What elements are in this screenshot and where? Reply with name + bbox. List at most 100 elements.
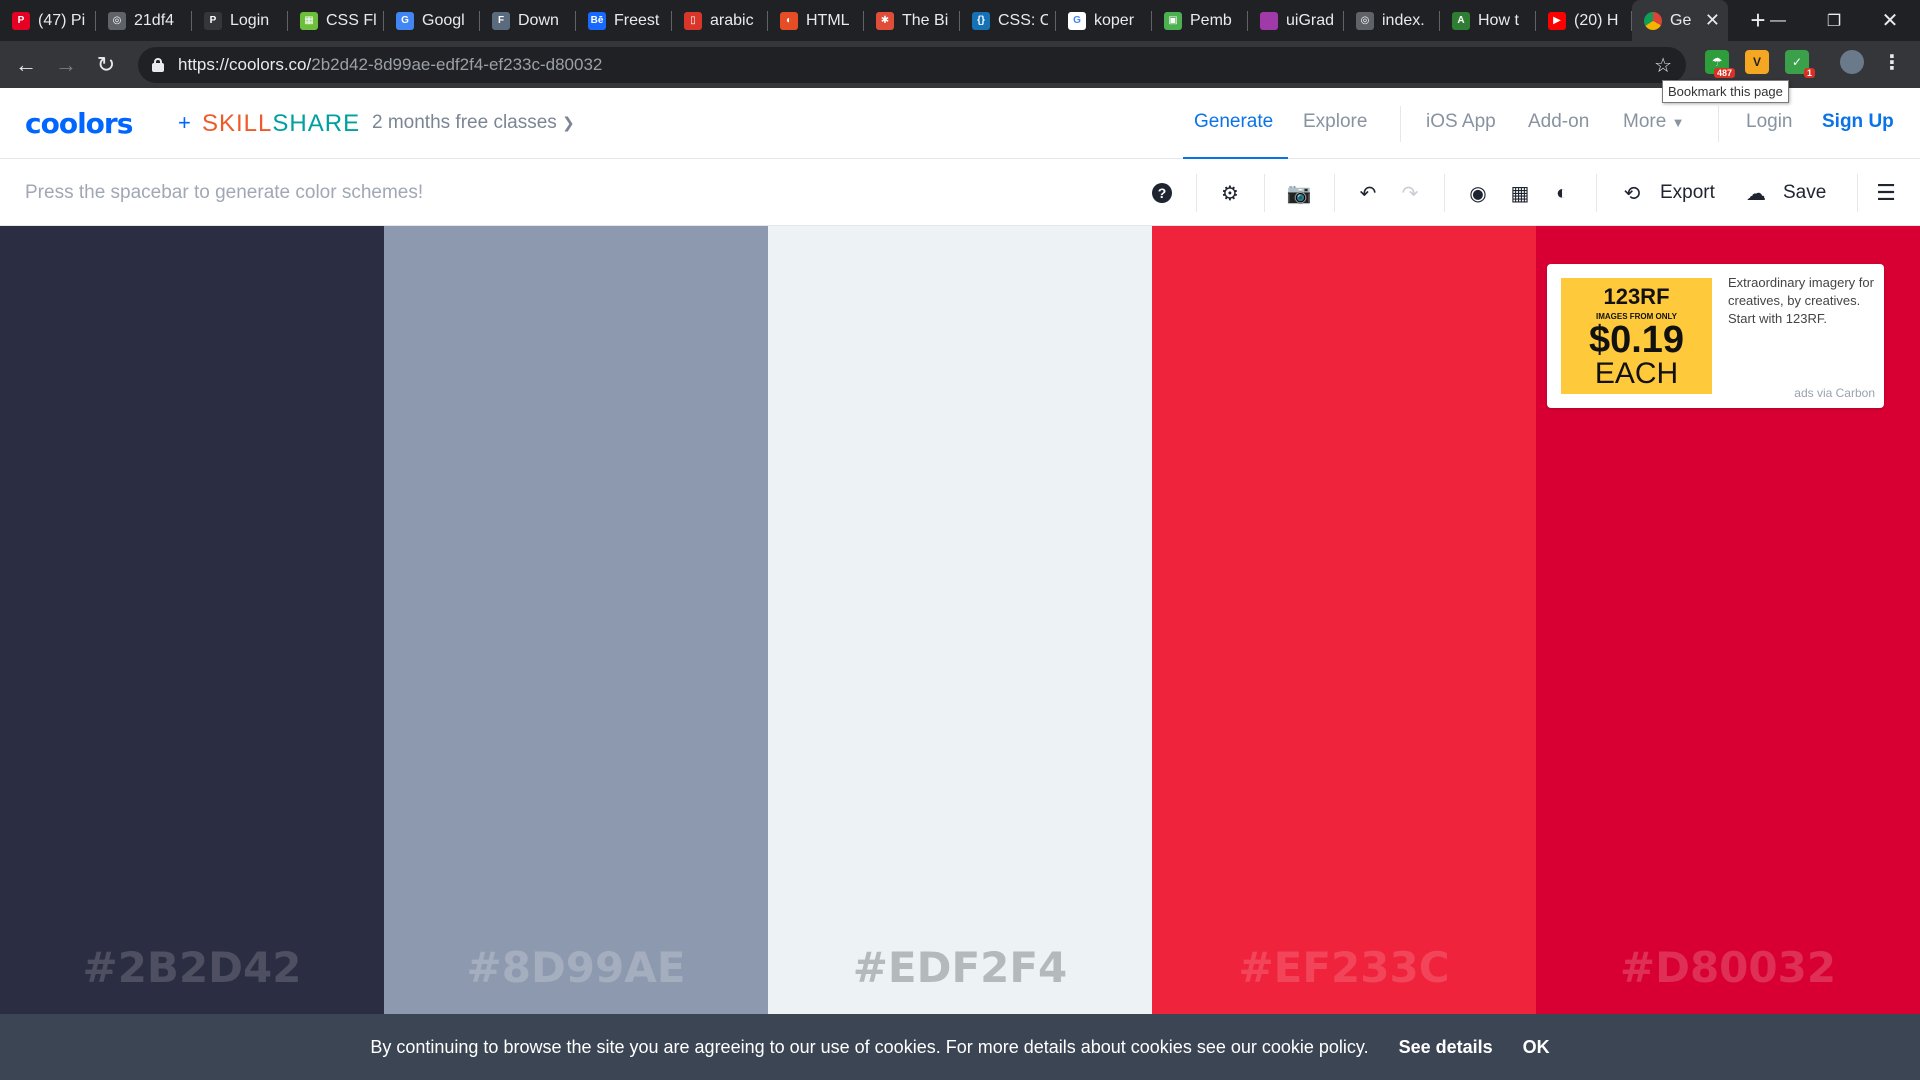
extension-icon[interactable]: ☂ 487 bbox=[1705, 50, 1735, 78]
color-swatch[interactable]: #EDF2F4 bbox=[768, 226, 1152, 1014]
extension-badge-2: 1 bbox=[1803, 68, 1815, 78]
color-swatch[interactable]: #EF233C bbox=[1152, 226, 1536, 1014]
back-icon[interactable]: ← bbox=[6, 45, 46, 85]
nav-login[interactable]: Login bbox=[1746, 111, 1793, 133]
browser-tab[interactable]: ◎ index. bbox=[1344, 0, 1440, 41]
browser-tab[interactable]: ◐ HTML bbox=[768, 0, 864, 41]
browser-tab[interactable]: Bē Freest bbox=[576, 0, 672, 41]
ad-brand: 123RF bbox=[1603, 284, 1670, 309]
browser-tab[interactable]: Gkoper bbox=[1056, 0, 1152, 41]
lock-icon bbox=[152, 58, 164, 72]
browser-tab-title: koper bbox=[1094, 11, 1135, 29]
coolors-logo[interactable]: coolors bbox=[25, 107, 133, 140]
nav-signup[interactable]: Sign Up bbox=[1822, 111, 1894, 133]
toolbar-divider bbox=[1444, 174, 1445, 212]
nav-explore[interactable]: Explore bbox=[1303, 111, 1367, 133]
view-eye-icon[interactable]: ◉ bbox=[1464, 179, 1492, 207]
browser-tab[interactable]: ▣ Pemb bbox=[1152, 0, 1248, 41]
toolbar-divider bbox=[1857, 174, 1858, 212]
css-icon: ▦ bbox=[300, 11, 318, 30]
color-hex-label[interactable]: #EDF2F4 bbox=[768, 943, 1152, 992]
maximize-icon[interactable]: ❐ bbox=[1806, 0, 1862, 41]
color-swatch[interactable]: #2B2D42 bbox=[0, 226, 384, 1014]
browser-tab-title: Pemb bbox=[1190, 11, 1232, 29]
hamburger-menu-icon[interactable]: ☰ bbox=[1872, 179, 1900, 207]
bookmark-tooltip: Bookmark this page bbox=[1662, 80, 1789, 103]
plus-sign: + bbox=[178, 110, 191, 135]
color-hex-label[interactable]: #8D99AE bbox=[384, 943, 768, 992]
cookie-message: By continuing to browse the site you are… bbox=[370, 1036, 1369, 1057]
camera-icon[interactable]: 📷 bbox=[1285, 179, 1313, 207]
color-hex-label[interactable]: #D80032 bbox=[1536, 943, 1920, 992]
nav-divider bbox=[1400, 106, 1401, 142]
nav-ios-app[interactable]: iOS App bbox=[1426, 111, 1496, 133]
close-tab-icon[interactable]: ✕ bbox=[1705, 10, 1720, 31]
browser-tab[interactable]: ◎ 21df4 bbox=[96, 0, 192, 41]
browser-tab[interactable]: G Googl bbox=[384, 0, 480, 41]
pdf-icon: ▯ bbox=[684, 11, 702, 30]
site-header: coolors + SKILLSHARE 2 months free class… bbox=[0, 88, 1920, 159]
browser-tab-active[interactable]: Ge ✕ bbox=[1632, 0, 1728, 41]
browser-tab-title: (20) H bbox=[1574, 11, 1619, 29]
carbon-ad[interactable]: 123RF IMAGES FROM ONLY $0.19 EACH Extrao… bbox=[1547, 264, 1884, 408]
help-icon[interactable]: ? bbox=[1148, 179, 1176, 207]
pinterest-icon: P bbox=[12, 11, 30, 30]
browser-tab-title: (47) Pi bbox=[38, 11, 86, 29]
profile-avatar[interactable] bbox=[1840, 50, 1864, 74]
browser-tab[interactable]: P (47) Pi bbox=[0, 0, 96, 41]
promo-link[interactable]: 2 months free classes ❯ bbox=[372, 112, 575, 134]
cookie-see-details[interactable]: See details bbox=[1399, 1037, 1493, 1058]
ad-image[interactable]: 123RF IMAGES FROM ONLY $0.19 EACH bbox=[1561, 278, 1712, 394]
ad-via-carbon[interactable]: ads via Carbon bbox=[1794, 386, 1875, 400]
settings-gear-icon[interactable]: ⚙ bbox=[1216, 179, 1244, 207]
color-hex-label[interactable]: #2B2D42 bbox=[0, 943, 384, 992]
browser-menu-icon[interactable]: ⋮ bbox=[1880, 50, 1904, 74]
v-extension-icon[interactable]: V bbox=[1745, 50, 1769, 74]
chevron-down-icon: ▼ bbox=[1671, 115, 1685, 130]
redo-icon[interactable]: ↷ bbox=[1396, 179, 1424, 207]
undo-icon[interactable]: ↶ bbox=[1354, 179, 1382, 207]
color-swatch[interactable]: #8D99AE bbox=[384, 226, 768, 1014]
browser-tab[interactable]: P Login bbox=[192, 0, 288, 41]
browser-tabstrip: P (47) Pi ◎ 21df4 P Login ▦ CSS Fl G Googl F Down Bē… bbox=[0, 0, 1920, 41]
active-nav-indicator bbox=[1183, 157, 1288, 159]
url-host: https://coolors.co/ bbox=[178, 55, 312, 74]
browser-tab[interactable]: F Down bbox=[480, 0, 576, 41]
browser-tab[interactable]: ▶ (20) H bbox=[1536, 0, 1632, 41]
browser-tab[interactable]: {} CSS: C bbox=[960, 0, 1056, 41]
address-bar[interactable]: https://coolors.co/2b2d42-8d99ae-edf2f4-… bbox=[138, 47, 1686, 83]
grid-apps-icon[interactable]: ▦ bbox=[1506, 179, 1534, 207]
bookmark-star-icon[interactable]: ☆ bbox=[1654, 53, 1672, 78]
spacebar-hint: Press the spacebar to generate color sch… bbox=[25, 182, 424, 203]
chevron-right-icon: ❯ bbox=[562, 115, 575, 132]
nav-generate[interactable]: Generate bbox=[1194, 111, 1273, 133]
save-button[interactable]: Save bbox=[1783, 182, 1826, 204]
nav-more[interactable]: More ▼ bbox=[1623, 111, 1684, 133]
skillshare-logo-part-2: SHARE bbox=[272, 110, 361, 137]
skillshare-logo[interactable]: SKILLSHARE bbox=[202, 110, 360, 138]
browser-tab[interactable]: ▦ CSS Fl bbox=[288, 0, 384, 41]
toolbar-divider bbox=[1334, 174, 1335, 212]
close-window-icon[interactable]: ✕ bbox=[1862, 0, 1918, 41]
export-button[interactable]: Export bbox=[1660, 182, 1715, 204]
browser-tab-title: HTML bbox=[806, 11, 850, 29]
cloud-upload-icon[interactable]: ☁ bbox=[1742, 179, 1770, 207]
browser-tab-title: Freest bbox=[614, 11, 660, 29]
color-hex-label[interactable]: #EF233C bbox=[1152, 943, 1536, 992]
cookie-ok-button[interactable]: OK bbox=[1523, 1037, 1550, 1058]
share-icon[interactable]: ⟲ bbox=[1618, 179, 1646, 207]
nav-add-on[interactable]: Add-on bbox=[1528, 111, 1589, 133]
reload-icon[interactable]: ↻ bbox=[86, 45, 126, 85]
browser-tab[interactable]: A How t bbox=[1440, 0, 1536, 41]
forward-icon[interactable]: → bbox=[46, 45, 86, 85]
browser-tab[interactable]: uiGrad bbox=[1248, 0, 1344, 41]
globe-icon: ◎ bbox=[108, 11, 126, 30]
puzzle-extension-icon[interactable]: ✓ 1 bbox=[1785, 50, 1815, 78]
minimize-icon[interactable]: — bbox=[1750, 0, 1806, 41]
image-icon: ▣ bbox=[1164, 11, 1182, 30]
browser-tab[interactable]: ✱ The Bi bbox=[864, 0, 960, 41]
browser-tab[interactable]: ▯ arabic bbox=[672, 0, 768, 41]
ad-text[interactable]: Extraordinary imagery for creatives, by … bbox=[1728, 274, 1876, 328]
adjust-palette-icon[interactable]: ◐ bbox=[1548, 179, 1576, 207]
browser-tab-title: uiGrad bbox=[1286, 11, 1335, 29]
